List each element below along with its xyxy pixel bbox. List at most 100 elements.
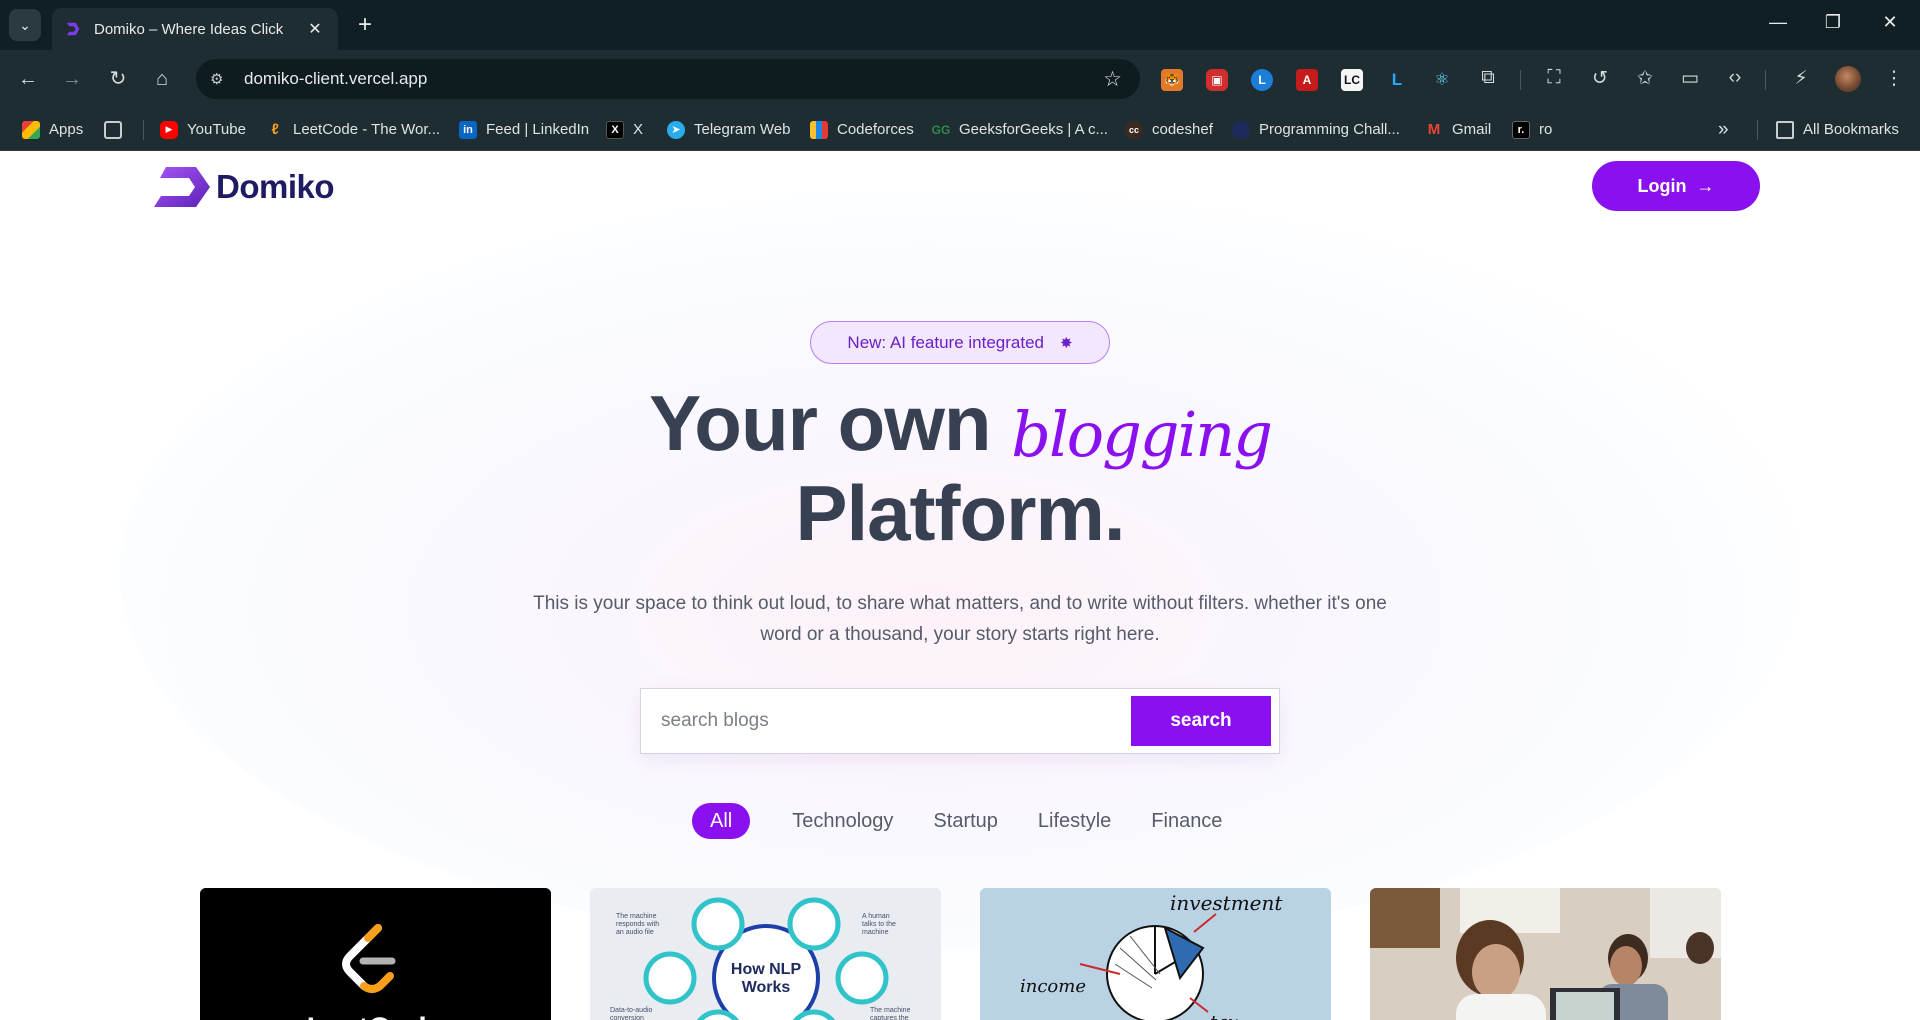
restore-icon[interactable]: ❐ bbox=[1821, 12, 1845, 33]
bookmark-label: Telegram Web bbox=[694, 121, 791, 138]
category-startup[interactable]: Startup bbox=[933, 803, 997, 839]
bookmark-star-icon[interactable]: ☆ bbox=[1103, 67, 1122, 92]
address-bar[interactable]: ⚙ domiko-client.vercel.app ☆ bbox=[196, 59, 1140, 99]
category-technology[interactable]: Technology bbox=[792, 803, 893, 839]
brand-name: Domiko bbox=[216, 168, 335, 205]
svg-text:talks to the: talks to the bbox=[862, 921, 896, 928]
ai-feature-badge: New: AI feature integrated ✸ bbox=[810, 321, 1110, 364]
device-icon[interactable]: ▭ bbox=[1678, 67, 1702, 90]
bookmark-geeksforgeeks[interactable]: GG GeeksforGeeks | A c... bbox=[932, 108, 1108, 151]
blog-card[interactable]: How NLP Works The machine responds with … bbox=[590, 888, 941, 1020]
back-icon[interactable]: ← bbox=[14, 66, 42, 94]
svg-text:income: income bbox=[1020, 976, 1086, 997]
browser-tab-strip: ⌄ Domiko – Where Ideas Click ✕ + — ❐ ✕ bbox=[0, 0, 1920, 50]
bookmark-youtube[interactable]: ▶ YouTube bbox=[160, 108, 246, 151]
menu-kebab-icon[interactable]: ⋮ bbox=[1882, 67, 1906, 90]
favorites-icon[interactable]: ✩ bbox=[1633, 67, 1657, 90]
extension-lc-icon[interactable]: LC bbox=[1341, 69, 1363, 91]
all-bookmarks-label: All Bookmarks bbox=[1803, 121, 1899, 138]
forward-icon[interactable]: → bbox=[58, 66, 86, 94]
svg-text:conversion: conversion bbox=[610, 1015, 644, 1020]
domiko-logo-icon bbox=[154, 167, 210, 207]
url-text[interactable]: domiko-client.vercel.app bbox=[240, 69, 1103, 89]
gmail-icon: M bbox=[1427, 121, 1441, 138]
home-icon[interactable]: ⌂ bbox=[148, 66, 176, 94]
login-label: Login bbox=[1637, 175, 1687, 196]
reload-icon[interactable]: ↻ bbox=[104, 66, 132, 94]
folder-icon bbox=[1776, 120, 1794, 139]
category-lifestyle[interactable]: Lifestyle bbox=[1038, 803, 1111, 839]
tab-groups-icon bbox=[104, 120, 122, 139]
new-tab-button[interactable]: + bbox=[352, 12, 378, 38]
svg-text:A human: A human bbox=[862, 913, 890, 920]
youtube-icon: ▶ bbox=[160, 120, 178, 139]
blog-card[interactable] bbox=[1370, 888, 1721, 1020]
toolbar-divider bbox=[1765, 70, 1766, 90]
login-button[interactable]: Login → bbox=[1592, 161, 1760, 211]
bookmark-codechef[interactable]: cc codeshef bbox=[1125, 108, 1213, 151]
site-info-icon[interactable]: ⚙ bbox=[210, 70, 240, 88]
bookmark-label: Feed | LinkedIn bbox=[486, 121, 590, 138]
svg-text:How NLP: How NLP bbox=[731, 961, 802, 978]
svg-text:responds with: responds with bbox=[616, 921, 659, 928]
extension-lock-icon[interactable]: ▣ bbox=[1206, 69, 1228, 91]
extension-tiger-icon[interactable]: 🐯 bbox=[1161, 69, 1183, 91]
incognito-icon[interactable]: ⛶ bbox=[1542, 67, 1566, 89]
apps-grid-icon bbox=[22, 120, 40, 139]
profile-avatar[interactable] bbox=[1835, 66, 1861, 92]
tab-close-icon[interactable]: ✕ bbox=[304, 19, 326, 39]
bookmark-ro[interactable]: r. ro bbox=[1512, 108, 1552, 151]
bookmark-divider bbox=[1757, 120, 1758, 140]
bookmark-label: YouTube bbox=[187, 121, 246, 138]
linkedin-icon: in bbox=[459, 120, 477, 139]
performance-icon[interactable]: ⚡ bbox=[1789, 67, 1813, 90]
bookmark-leetcode[interactable]: ℓ LeetCode - The Wor... bbox=[266, 108, 440, 151]
extension-react-icon[interactable]: ⚛ bbox=[1431, 69, 1453, 91]
bookmark-telegram[interactable]: ➤ Telegram Web bbox=[667, 108, 790, 151]
category-filter: All Technology Startup Lifestyle Finance bbox=[692, 803, 1262, 839]
devtools-code-icon[interactable]: ‹› bbox=[1723, 67, 1747, 89]
extension-l-icon[interactable]: L bbox=[1251, 69, 1273, 91]
minimize-icon[interactable]: — bbox=[1766, 12, 1790, 33]
badge-text: New: AI feature integrated bbox=[847, 332, 1044, 352]
sparkle-star-icon: ✸ bbox=[1059, 334, 1073, 352]
all-bookmarks-button[interactable]: All Bookmarks bbox=[1776, 108, 1899, 151]
codechef-icon: cc bbox=[1125, 120, 1143, 139]
tab-search-button[interactable]: ⌄ bbox=[9, 9, 41, 41]
bookmark-apps[interactable]: Apps bbox=[22, 108, 83, 151]
svg-text:tax: tax bbox=[1210, 1012, 1238, 1020]
bookmark-gmail[interactable]: M Gmail bbox=[1425, 108, 1491, 151]
arrow-right-icon: → bbox=[1696, 175, 1715, 196]
toolbar-divider bbox=[1520, 70, 1521, 90]
bookmark-programming-challenges[interactable]: Programming Chall... bbox=[1232, 108, 1400, 151]
search-button[interactable]: search bbox=[1131, 696, 1271, 746]
bookmark-tab-groups[interactable] bbox=[104, 108, 131, 151]
svg-text:The machine: The machine bbox=[870, 1007, 911, 1014]
bookmarks-overflow-chevron-icon[interactable]: » bbox=[1718, 108, 1729, 151]
browser-toolbar: ← → ↻ ⌂ ⚙ domiko-client.vercel.app ☆ 🐯 ▣… bbox=[0, 50, 1920, 108]
extension-blue-l-icon[interactable]: L bbox=[1386, 69, 1408, 91]
category-all[interactable]: All bbox=[692, 803, 751, 839]
blog-card[interactable]: LeetCode bbox=[200, 888, 551, 1020]
search-input[interactable] bbox=[641, 689, 1131, 753]
extension-pdf-icon[interactable]: A bbox=[1296, 69, 1318, 91]
bookmark-codeforces[interactable]: Codeforces bbox=[810, 108, 914, 151]
x-icon: X bbox=[606, 120, 624, 139]
bookmark-divider bbox=[143, 120, 144, 140]
bookmark-x[interactable]: X X bbox=[606, 108, 643, 151]
svg-text:machine: machine bbox=[862, 929, 889, 936]
svg-text:an audio file: an audio file bbox=[616, 929, 654, 936]
category-finance[interactable]: Finance bbox=[1151, 803, 1222, 839]
bookmark-linkedin[interactable]: in Feed | LinkedIn bbox=[459, 108, 589, 151]
svg-text:captures the: captures the bbox=[870, 1015, 909, 1020]
active-tab[interactable]: Domiko – Where Ideas Click ✕ bbox=[52, 8, 338, 50]
blog-card[interactable]: investment income tax bbox=[980, 888, 1331, 1020]
brand-logo[interactable]: Domiko bbox=[152, 165, 335, 209]
extensions-puzzle-icon[interactable]: ⧉ bbox=[1476, 67, 1500, 89]
svg-text:Works: Works bbox=[742, 979, 791, 996]
codeforces-icon bbox=[810, 120, 828, 139]
history-icon[interactable]: ↺ bbox=[1588, 67, 1612, 90]
window-close-icon[interactable]: ✕ bbox=[1878, 12, 1902, 33]
svg-text:investment: investment bbox=[1170, 891, 1283, 915]
bookmark-label: Programming Chall... bbox=[1259, 121, 1400, 138]
